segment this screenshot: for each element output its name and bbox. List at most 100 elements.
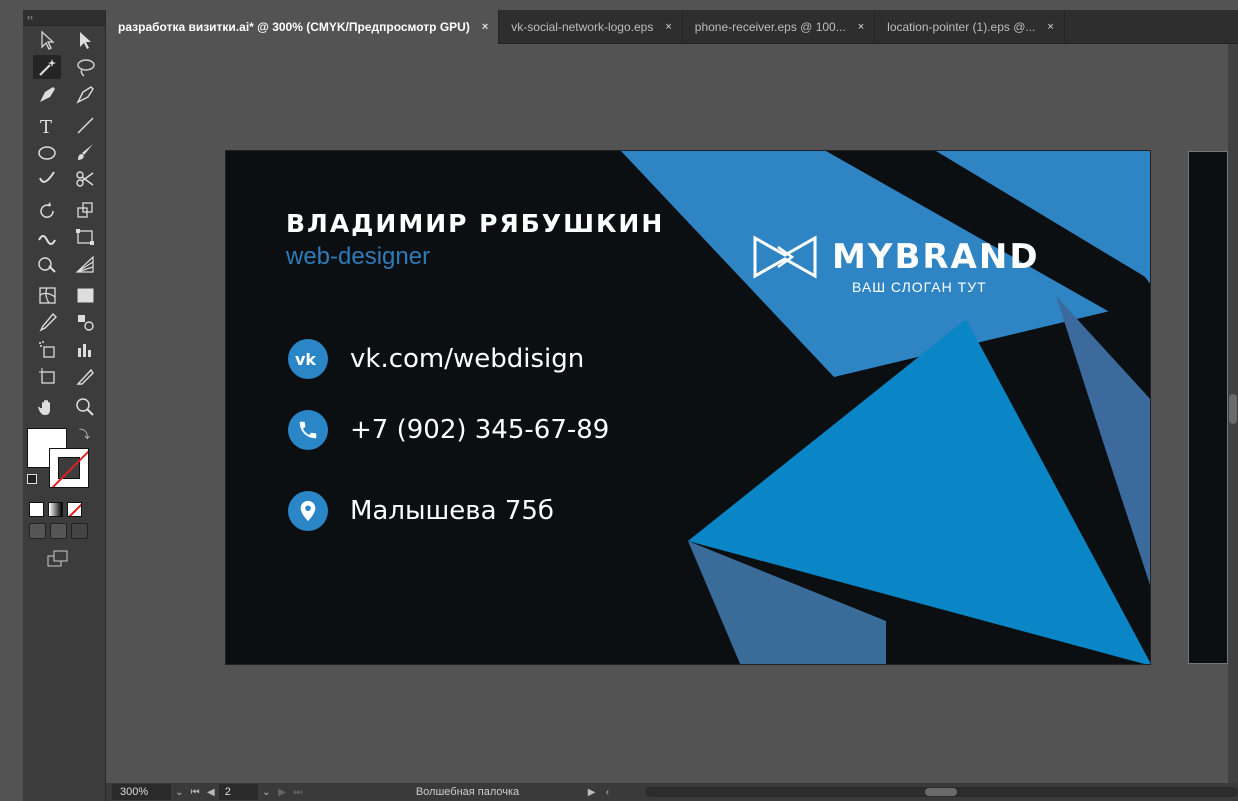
color-mode-button[interactable] [29,501,44,517]
shaper-tool-icon[interactable] [33,167,61,191]
slice-tool-icon[interactable] [71,364,99,388]
hand-tool-icon[interactable] [33,395,61,419]
ellipse-tool-icon[interactable] [33,140,61,164]
stroke-color-swatch[interactable] [49,448,89,488]
bowtie-logo-icon [753,235,817,279]
tool-row [23,26,105,53]
horizontal-scrollbar[interactable] [645,787,1238,797]
zoom-tool-icon[interactable] [71,395,99,419]
svg-text:vk: vk [295,351,316,367]
direct-selection-tool-icon[interactable] [71,28,99,52]
contact-text: vk.com/webdisign [350,344,585,374]
tools-panel: ‹‹ T ⤵ [23,10,106,801]
curvature-tool-icon[interactable] [71,82,99,106]
draw-inside-icon[interactable] [71,523,88,539]
phone-icon [288,410,328,450]
tab-document-2[interactable]: vk-social-network-logo.eps × [499,10,683,44]
artboard-dropdown-icon[interactable]: ⌄ [258,787,274,798]
tool-row [23,308,105,335]
screen-mode-icon[interactable] [23,542,105,573]
vertical-scrollbar[interactable] [1228,44,1238,783]
card-role[interactable]: web-designer [286,243,430,271]
scroll-left-icon[interactable]: ‹ [600,787,616,798]
eyedropper-tool-icon[interactable] [33,310,61,334]
tool-row [23,250,105,277]
canvas-area[interactable]: ВЛАДИМИР РЯБУШКИН web-designer vk vk.com… [106,44,1228,783]
type-tool-icon[interactable]: T [33,113,61,137]
color-mode-row [23,498,105,520]
tool-row [23,196,105,223]
scrollbar-thumb[interactable] [925,788,958,796]
svg-text:T: T [40,117,52,136]
tab-document-1[interactable]: разработка визитки.ai* @ 300% (CMYK/Пред… [106,10,500,44]
close-icon[interactable]: × [1047,21,1053,33]
symbol-sprayer-tool-icon[interactable] [33,337,61,361]
scrollbar-thumb[interactable] [1229,394,1237,424]
tool-row [23,335,105,362]
scissors-tool-icon[interactable] [71,167,99,191]
tab-label: vk-social-network-logo.eps [511,20,654,34]
contact-vk[interactable]: vk vk.com/webdisign [288,339,584,379]
tab-document-4[interactable]: location-pointer (1).eps @... × [875,10,1065,44]
swap-fill-stroke-icon[interactable]: ⤵ [79,426,90,442]
contact-address[interactable]: Малышева 75б [288,491,554,531]
rotate-tool-icon[interactable] [33,198,61,222]
contact-text: Малышева 75б [350,496,554,526]
close-icon[interactable]: × [482,21,488,33]
last-artboard-icon[interactable]: ⏭ [290,787,306,798]
business-card-artboard[interactable]: ВЛАДИМИР РЯБУШКИН web-designer vk vk.com… [225,150,1151,665]
magic-wand-tool-icon[interactable] [33,54,61,79]
card-name[interactable]: ВЛАДИМИР РЯБУШКИН [286,209,664,238]
blend-tool-icon[interactable] [71,310,99,334]
tab-label: разработка визитки.ai* @ 300% (CMYK/Пред… [118,20,470,34]
brand-slogan: ВАШ СЛОГАН ТУТ [852,279,987,295]
tab-label: location-pointer (1).eps @... [887,20,1036,34]
tool-row [23,393,105,420]
contact-phone[interactable]: +7 (902) 345-67-89 [288,410,609,450]
tool-row [23,53,105,80]
column-graph-tool-icon[interactable] [71,337,99,361]
current-tool-label: Волшебная палочка [415,786,520,798]
draw-mode-row [23,520,105,542]
perspective-grid-tool-icon[interactable] [71,252,99,276]
width-tool-icon[interactable] [33,225,61,249]
brand-name: MYBRAND [832,237,1040,277]
lasso-tool-icon[interactable] [71,55,99,79]
next-artboard-icon[interactable]: ▶ [274,787,290,798]
second-artboard[interactable] [1188,151,1228,664]
draw-behind-icon[interactable] [50,523,67,539]
close-icon[interactable]: × [858,21,864,33]
selection-tool-icon[interactable] [33,28,61,52]
tool-row: T [23,111,105,138]
tools-panel-collapse[interactable]: ‹‹ [23,10,105,26]
shape-builder-tool-icon[interactable] [33,252,61,276]
default-fill-stroke-icon[interactable] [27,474,37,484]
tab-document-3[interactable]: phone-receiver.eps @ 100... × [683,10,876,44]
zoom-field[interactable]: 300% [112,784,172,800]
tool-row [23,138,105,165]
free-transform-tool-icon[interactable] [71,225,99,249]
artboard-tool-icon[interactable] [33,364,61,388]
tool-row [23,362,105,389]
brand-logo[interactable]: MYBRAND [752,235,1040,279]
gradient-mode-button[interactable] [48,501,63,517]
draw-normal-icon[interactable] [29,523,46,539]
gradient-tool-icon[interactable] [71,283,99,307]
contact-text: +7 (902) 345-67-89 [350,415,610,445]
scale-tool-icon[interactable] [71,198,99,222]
first-artboard-icon[interactable]: ⏮ [187,787,203,798]
paintbrush-tool-icon[interactable] [71,140,99,164]
pen-tool-icon[interactable] [33,82,61,106]
none-mode-button[interactable] [67,501,82,517]
vk-icon: vk [288,339,328,379]
mesh-tool-icon[interactable] [33,283,61,307]
line-segment-tool-icon[interactable] [71,113,99,137]
tool-row [23,281,105,308]
close-icon[interactable]: × [665,21,671,33]
zoom-dropdown-icon[interactable]: ⌄ [171,787,187,798]
illustrator-window: ‹‹ T ⤵ разработка визитки.ai* @ 300% (CM… [0,0,1238,801]
artboard-number-field[interactable]: 2 [218,784,259,800]
prev-artboard-icon[interactable]: ◀ [203,787,219,798]
status-menu-icon[interactable]: ▶ [584,787,600,798]
color-swatches: ⤵ [23,426,105,498]
